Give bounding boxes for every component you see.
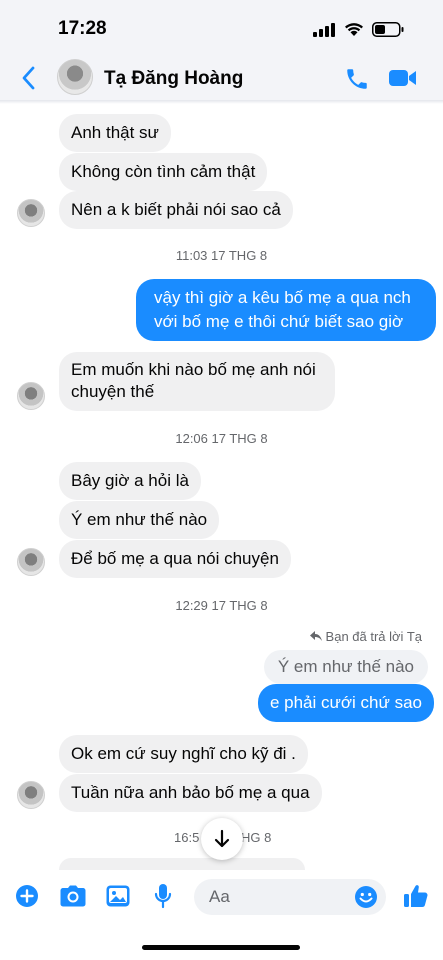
sender-avatar[interactable]	[17, 781, 45, 809]
reply-indicator: Bạn đã trả lời Tạ	[309, 629, 422, 644]
quoted-message[interactable]: Ý em như thế nào	[263, 650, 428, 684]
arrow-down-icon	[214, 829, 230, 848]
message-line: với bố mẹ e thôi chứ biết sao giờ	[154, 312, 404, 331]
status-bar: 17:28	[0, 0, 443, 58]
incoming-message[interactable]: Không còn tình cảm thật	[59, 153, 268, 191]
composer-bar	[0, 870, 443, 926]
message-timestamp: HG 8	[241, 830, 272, 845]
outgoing-message[interactable]: e phải cưới chứ sao	[257, 684, 434, 722]
incoming-message[interactable]: Em muốn khi nào bố mẹ anh nói chuyện thế	[59, 352, 335, 411]
home-indicator	[142, 945, 300, 950]
image-gallery-icon[interactable]	[106, 885, 130, 907]
conversation-header: Tạ Đăng Hoàng	[0, 58, 443, 100]
emoji-icon[interactable]	[354, 885, 378, 909]
sender-avatar[interactable]	[17, 199, 45, 227]
wifi-icon	[345, 23, 363, 36]
message-line: Em muốn khi nào bố mẹ anh nói	[71, 360, 316, 379]
camera-icon[interactable]	[60, 885, 86, 907]
scroll-down-button[interactable]	[201, 818, 243, 860]
incoming-message[interactable]: Để bố mẹ a qua nói chuyện	[59, 540, 291, 578]
header-divider	[0, 100, 443, 104]
plus-icon[interactable]	[15, 884, 39, 908]
message-line: chuyện thế	[71, 382, 155, 401]
contact-avatar[interactable]	[57, 59, 93, 95]
battery-icon	[372, 22, 404, 37]
outgoing-message[interactable]: vậy thì giờ a kêu bố mẹ a qua nch với bố…	[136, 279, 436, 341]
message-timestamp: 12:29 17 THG 8	[175, 598, 268, 613]
incoming-message[interactable]: Ok em cứ suy nghĩ cho kỹ đi .	[59, 735, 308, 773]
back-button[interactable]	[20, 66, 38, 90]
incoming-message[interactable]: Nên a k biết phải nói sao cả	[59, 191, 293, 229]
sender-avatar[interactable]	[17, 548, 45, 576]
incoming-message[interactable]: Ý em như thế nào	[59, 501, 220, 539]
cellular-signal-icon	[313, 23, 335, 37]
message-line: vậy thì giờ a kêu bố mẹ a qua nch	[154, 288, 411, 307]
incoming-message[interactable]: Tuần nữa anh bảo bố mẹ a qua	[59, 774, 322, 812]
contact-name[interactable]: Tạ Đăng Hoàng	[104, 68, 243, 90]
message-timestamp: 16:5	[174, 830, 200, 845]
sender-avatar[interactable]	[17, 382, 45, 410]
video-call-button[interactable]	[388, 67, 418, 89]
thumbs-up-icon[interactable]	[403, 883, 429, 909]
incoming-message[interactable]: Anh thật sư	[59, 114, 171, 152]
reply-icon	[309, 631, 322, 641]
message-timestamp: 12:06 17 THG 8	[175, 431, 268, 446]
voice-call-button[interactable]	[344, 66, 370, 92]
status-time: 17:28	[58, 18, 107, 39]
reply-note-text: Bạn đã trả lời Tạ	[325, 629, 422, 644]
microphone-icon[interactable]	[154, 883, 172, 909]
message-timestamp: 11:03 17 THG 8	[175, 248, 268, 263]
incoming-message[interactable]: Bây giờ a hỏi là	[59, 462, 201, 500]
